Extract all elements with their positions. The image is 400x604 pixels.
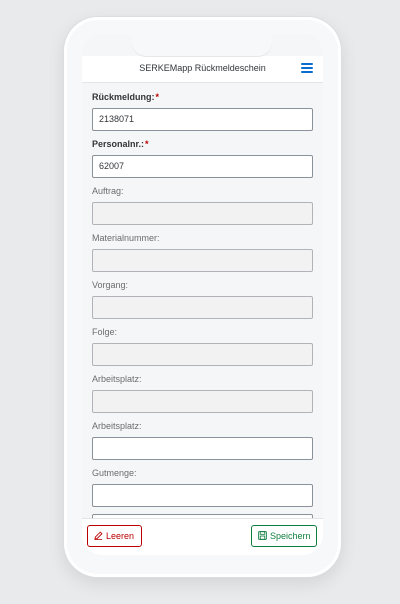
field-label: Auftrag: [92, 186, 124, 196]
arbeitsplatz-input[interactable] [92, 390, 313, 413]
floppy-disk-icon [258, 531, 267, 540]
field-label: Rückmeldung: [92, 92, 155, 102]
app-header: SERKEMapp Rückmeldeschein [82, 56, 323, 83]
field-arbeitsplatz-2: Arbeitsplatz: [92, 420, 313, 460]
field-arbeitsplatz-1: Arbeitsplatz: [92, 373, 313, 413]
rueckmeldung-input[interactable]: 2138071 [92, 108, 313, 131]
field-rueckmeldung: Rückmeldung:* 2138071 [92, 91, 313, 131]
phone-notch [132, 34, 272, 56]
gutmenge-input[interactable] [92, 484, 313, 507]
field-materialnummer: Materialnummer: [92, 232, 313, 272]
field-personalnr: Personalnr.:* 62007 [92, 138, 313, 178]
arbeitsplatz-input-2[interactable] [92, 437, 313, 460]
field-label: Folge: [92, 327, 118, 337]
save-button-label: Speichern [270, 531, 311, 541]
field-label: Personalnr.: [92, 139, 145, 149]
app-title: SERKEMapp Rückmeldeschein [139, 63, 266, 73]
field-label: Materialnummer: [92, 233, 160, 243]
required-marker: * [155, 92, 160, 102]
clear-button-label: Leeren [106, 531, 135, 541]
pencil-icon [94, 531, 103, 540]
footer-toolbar: Leeren Speichern [82, 518, 323, 555]
hamburger-icon[interactable] [301, 63, 313, 74]
app-screen: SERKEMapp Rückmeldeschein Rückmeldung:* … [82, 34, 323, 555]
field-auftrag: Auftrag: [92, 185, 313, 225]
materialnummer-input[interactable] [92, 249, 313, 272]
field-folge: Folge: [92, 326, 313, 366]
field-label: Gutmenge: [92, 468, 137, 478]
field-label: Arbeitsplatz: [92, 374, 142, 384]
field-vorgang: Vorgang: [92, 279, 313, 319]
field-label: Arbeitsplatz: [92, 421, 142, 431]
save-button[interactable]: Speichern [251, 525, 317, 547]
folge-input[interactable] [92, 343, 313, 366]
personalnr-input[interactable]: 62007 [92, 155, 313, 178]
required-marker: * [145, 139, 149, 149]
field-label: Vorgang: [92, 280, 129, 290]
vorgang-input[interactable] [92, 296, 313, 319]
auftrag-input[interactable] [92, 202, 313, 225]
clear-button[interactable]: Leeren [87, 525, 142, 547]
